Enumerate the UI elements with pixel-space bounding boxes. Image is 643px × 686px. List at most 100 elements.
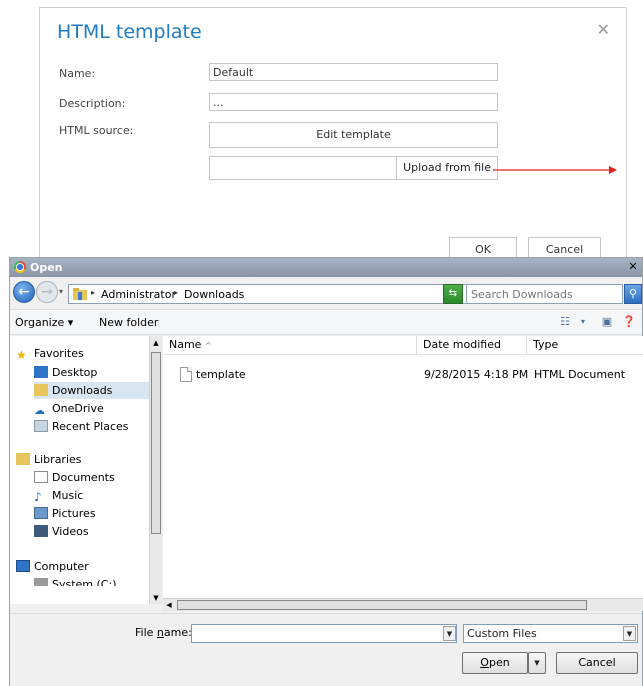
breadcrumb-administrator[interactable]: Administrator [101, 288, 176, 301]
nav-videos-label: Videos [52, 525, 89, 538]
html-template-dialog: HTML template ✕ Name: Description: HTML … [39, 7, 627, 267]
file-name-input[interactable] [191, 624, 457, 643]
nav-computer-label: Computer [34, 560, 89, 573]
file-name-label-accel: n [156, 626, 164, 639]
column-header-date[interactable]: Date modified [417, 336, 527, 355]
nav-recent-places[interactable]: Recent Places [34, 418, 129, 435]
folder-icon [73, 288, 87, 300]
file-type: HTML Document [534, 368, 626, 381]
open-file-dialog: Open ✕ ← → ▾ ▸ Administrator ▸ Downloads… [9, 257, 643, 686]
nav-scrollbar[interactable]: ▲ ▼ [149, 336, 162, 604]
nav-desktop[interactable]: Desktop [34, 364, 97, 381]
name-field[interactable] [209, 63, 498, 81]
refresh-icon[interactable]: ⇆ [443, 284, 463, 304]
videos-icon [34, 525, 48, 537]
file-name-area: File name: ▼ Custom Files ▼ Open ▼ Cance… [10, 613, 642, 686]
address-bar[interactable]: ▸ Administrator ▸ Downloads ▼ [68, 284, 501, 304]
nav-videos[interactable]: Videos [34, 523, 89, 540]
nav-system-drive[interactable]: System (C:) [34, 576, 117, 586]
title-bar: Open ✕ [10, 258, 642, 277]
column-name-label: Name [169, 338, 202, 351]
horizontal-scroll-thumb[interactable] [177, 600, 587, 610]
nav-downloads-label: Downloads [52, 384, 113, 397]
desktop-icon [34, 366, 48, 378]
nav-desktop-label: Desktop [52, 366, 98, 379]
window-close-icon[interactable]: ✕ [626, 260, 640, 274]
column-header-name[interactable]: Name ^ [163, 336, 417, 355]
nav-system-label: System (C:) [52, 578, 117, 586]
nav-pictures[interactable]: Pictures [34, 505, 96, 522]
libraries-icon [16, 453, 30, 465]
nav-recent-label: Recent Places [52, 420, 129, 433]
nav-documents-label: Documents [52, 471, 115, 484]
search-input[interactable] [466, 284, 623, 304]
open-label-rest: pen [488, 656, 510, 669]
nav-computer[interactable]: Computer [16, 558, 89, 575]
open-dialog-title: Open [30, 261, 63, 274]
documents-icon [34, 471, 48, 483]
scroll-down-icon[interactable]: ▼ [151, 592, 161, 604]
upload-file-field[interactable]: Upload from file [209, 156, 498, 180]
file-name-label: File name: [135, 626, 192, 639]
horizontal-scrollbar[interactable]: ◀ [163, 598, 643, 611]
file-name-label-suffix: ame: [163, 626, 192, 639]
address-row: ← → ▾ ▸ Administrator ▸ Downloads ▼ ⇆ ⚲ [10, 278, 642, 308]
nav-music-label: Music [52, 489, 84, 502]
html-source-label: HTML source: [59, 124, 134, 137]
music-icon: ♪ [34, 490, 42, 504]
file-name: template [196, 368, 246, 381]
scroll-thumb[interactable] [151, 352, 161, 534]
back-arrow-icon[interactable]: ← [13, 281, 35, 303]
file-list: Name ^ Date modified Type template 9/28/… [163, 336, 643, 604]
file-name-dropdown-icon[interactable]: ▼ [443, 626, 456, 641]
command-bar: Organize ▾ New folder ☷ ▾ ▣ ❓ [10, 309, 642, 335]
scroll-left-icon[interactable]: ◀ [164, 599, 174, 611]
crumb-separator-icon[interactable]: ▸ [174, 288, 178, 297]
upload-from-file-button[interactable]: Upload from file [396, 157, 497, 179]
nav-downloads[interactable]: Downloads [34, 382, 149, 399]
file-type-value: Custom Files [467, 627, 537, 640]
organize-button[interactable]: Organize ▾ [15, 316, 73, 329]
breadcrumb-downloads[interactable]: Downloads [184, 288, 244, 301]
nav-onedrive[interactable]: ☁ OneDrive [34, 400, 104, 417]
nav-documents[interactable]: Documents [34, 469, 115, 486]
nav-music[interactable]: ♪ Music [34, 487, 83, 504]
nav-favorites-label: Favorites [34, 347, 84, 360]
file-type-select[interactable]: Custom Files ▼ [463, 624, 638, 643]
history-dropdown-icon[interactable]: ▾ [59, 287, 63, 296]
close-icon[interactable]: ✕ [597, 20, 610, 39]
nav-libraries[interactable]: Libraries [16, 451, 82, 468]
file-type-dropdown-icon[interactable]: ▼ [623, 626, 636, 641]
nav-favorites[interactable]: ★ Favorites [16, 345, 84, 362]
dialog-cancel-button[interactable]: Cancel [556, 652, 638, 674]
scroll-up-icon[interactable]: ▲ [151, 337, 161, 349]
recent-places-icon [34, 420, 48, 432]
computer-icon [16, 560, 30, 572]
file-date: 9/28/2015 4:18 PM [424, 368, 529, 381]
crumb-separator-icon[interactable]: ▸ [91, 288, 95, 297]
column-header-type[interactable]: Type [527, 336, 643, 355]
downloads-folder-icon [34, 384, 48, 396]
cloud-icon: ☁ [34, 404, 45, 417]
open-label-accel: O [480, 656, 489, 669]
pointer-arrow [493, 166, 617, 174]
star-icon: ★ [16, 348, 27, 362]
dialog-title: HTML template [57, 21, 202, 43]
edit-template-button[interactable]: Edit template [209, 122, 498, 148]
help-icon[interactable]: ❓ [622, 315, 636, 329]
search-icon[interactable]: ⚲ [624, 284, 642, 304]
view-dropdown-icon[interactable]: ▾ [576, 315, 590, 329]
table-row[interactable]: template 9/28/2015 4:18 PM HTML Document [163, 366, 633, 386]
document-icon [180, 367, 192, 382]
description-field[interactable] [209, 93, 498, 111]
nav-onedrive-label: OneDrive [52, 402, 104, 415]
chrome-icon [14, 261, 26, 273]
open-button[interactable]: Open [462, 652, 528, 674]
new-folder-button[interactable]: New folder [99, 316, 158, 329]
preview-pane-icon[interactable]: ▣ [600, 315, 614, 329]
forward-arrow-icon[interactable]: → [36, 281, 58, 303]
view-options-icon[interactable]: ☷ [558, 315, 572, 329]
pictures-icon [34, 507, 48, 519]
drive-icon [34, 578, 48, 586]
open-options-dropdown-icon[interactable]: ▼ [528, 652, 546, 674]
